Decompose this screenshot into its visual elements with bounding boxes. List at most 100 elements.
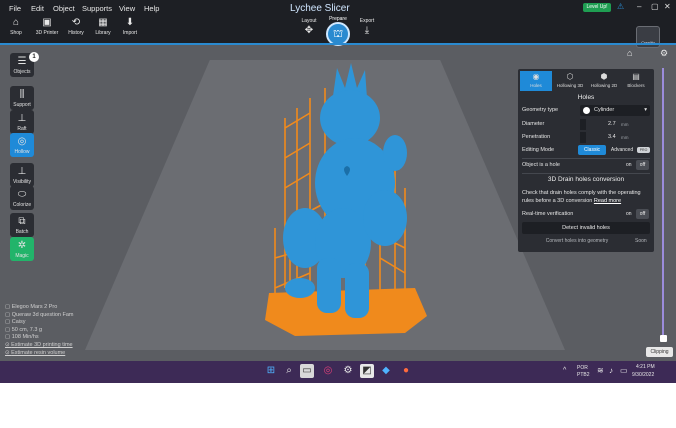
app-title: Lychee Slicer bbox=[290, 3, 350, 14]
close-icon[interactable]: ✕ bbox=[664, 2, 671, 11]
3d-model-with-supports[interactable] bbox=[255, 58, 435, 338]
geometry-type-row: Geometry type Cylinder ▾ bbox=[522, 105, 650, 116]
warning-icon[interactable]: ⚠ bbox=[617, 2, 624, 11]
media-app-icon[interactable]: ◎ bbox=[321, 364, 335, 378]
shop-icon: ⌂ bbox=[12, 17, 20, 28]
diameter-slider[interactable] bbox=[580, 119, 586, 130]
holes-panel: ◉ Holes ⬡ Hollowing 3D ⬢ Hollowing 2D ▤ Bloc… bbox=[518, 69, 654, 252]
settings-gear-icon[interactable]: ⚙ bbox=[660, 48, 668, 59]
model-body bbox=[283, 63, 407, 318]
toolbar-library[interactable]: ▦ Library bbox=[88, 17, 118, 36]
sidebar-support[interactable]: ⫼ Support bbox=[10, 86, 34, 110]
diameter-value[interactable]: 2.7 bbox=[608, 121, 616, 127]
pro-badge: PRO bbox=[637, 147, 650, 153]
mode-layout[interactable]: Layout ✥ bbox=[294, 18, 324, 38]
lychee-app-icon[interactable]: ● bbox=[399, 364, 413, 378]
accent-line bbox=[0, 43, 676, 45]
wifi-icon[interactable]: ≋ bbox=[597, 366, 604, 375]
clock-date[interactable]: 9/30/2022 bbox=[632, 372, 654, 378]
tab-holes[interactable]: ◉ Holes bbox=[520, 71, 552, 91]
holes-icon: ◉ bbox=[532, 72, 540, 81]
tab-hollowing-3d[interactable]: ⬡ Hollowing 3D bbox=[554, 71, 586, 91]
hollow-icon: ◎ bbox=[17, 136, 27, 147]
sidebar-colorize[interactable]: ⬭ Colorize bbox=[10, 186, 34, 210]
top-bar: File Edit Object Supports View Help Lych… bbox=[0, 0, 676, 48]
windows-start-icon[interactable]: ⊞ bbox=[264, 364, 278, 378]
move-icon: ✥ bbox=[304, 25, 314, 36]
export-icon: ⤓ bbox=[364, 25, 370, 36]
sidebar-batch[interactable]: ⧉ Batch bbox=[10, 213, 34, 237]
sidebar-magic[interactable]: ✲ Magic bbox=[10, 237, 34, 261]
penetration-slider[interactable] bbox=[580, 132, 586, 143]
toolbar-history[interactable]: ⟲ History bbox=[61, 17, 91, 36]
soon-badge: Soon bbox=[635, 238, 647, 244]
object-is-hole-row: Object is a hole on off bbox=[522, 160, 650, 171]
drain-holes-description: Check that drain holes comply with the o… bbox=[522, 190, 641, 204]
raft-icon: ⊥ bbox=[17, 113, 27, 124]
import-icon: ⬇ bbox=[125, 17, 135, 28]
menu-help[interactable]: Help bbox=[144, 4, 159, 13]
detect-invalid-holes-button[interactable]: Detect invalid holes bbox=[522, 222, 650, 234]
info-profile: ▢ Caisy bbox=[5, 319, 26, 326]
geometry-type-select[interactable]: Cylinder ▾ bbox=[580, 105, 650, 116]
read-more-link[interactable]: Read more bbox=[594, 198, 621, 204]
estimate-print-time-link[interactable]: ⊙ Estimate 3D printing time bbox=[5, 342, 74, 350]
tab-blockers[interactable]: ▤ Blockers bbox=[620, 71, 652, 91]
toolbar-shop[interactable]: ⌂ Shop bbox=[1, 17, 31, 36]
volume-icon[interactable]: ♪ bbox=[609, 366, 613, 375]
visibility-icon: ⊥ bbox=[17, 166, 27, 177]
lychee-slicer-window: File Edit Object Supports View Help Lych… bbox=[0, 0, 676, 361]
panel-title: Holes bbox=[577, 94, 595, 101]
sidebar-hollow[interactable]: ◎ Hollow bbox=[10, 133, 34, 157]
sidebar-visibility[interactable]: ⊥ Visibility bbox=[10, 163, 34, 187]
divider bbox=[522, 158, 650, 159]
menu-object[interactable]: Object bbox=[53, 4, 75, 13]
settings-app-icon[interactable]: ⚙ bbox=[341, 364, 355, 378]
info-time: ▢ 108 Min/hs bbox=[5, 334, 39, 341]
clipping-slider-track[interactable] bbox=[662, 68, 664, 336]
camera-app-icon[interactable]: ◩ bbox=[360, 364, 374, 378]
toolbar-import[interactable]: ⬇ Import bbox=[115, 17, 145, 36]
home-view-icon[interactable]: ⌂ bbox=[627, 48, 632, 58]
realtime-verification-toggle[interactable]: on off bbox=[626, 209, 650, 219]
mode-export[interactable]: Export ⤓ bbox=[352, 18, 382, 38]
editing-advanced-button[interactable]: Advanced bbox=[608, 145, 636, 155]
menu-edit[interactable]: Edit bbox=[31, 4, 44, 13]
tab-hollowing-2d[interactable]: ⬢ Hollowing 2D bbox=[588, 71, 620, 91]
sidebar-raft[interactable]: ⊥ Raft bbox=[10, 110, 34, 134]
clock-time[interactable]: 4:21 PM bbox=[636, 364, 655, 370]
editing-mode-row: Editing Mode Classic Advanced PRO bbox=[522, 145, 650, 156]
tray-layout[interactable]: PTB2 bbox=[577, 372, 590, 378]
clipping-slider-handle[interactable] bbox=[660, 335, 667, 342]
chevron-down-icon: ▾ bbox=[644, 107, 647, 113]
blockers-icon: ▤ bbox=[632, 72, 640, 81]
editing-classic-button[interactable]: Classic bbox=[578, 145, 606, 155]
history-icon: ⟲ bbox=[71, 17, 81, 28]
toolbar-3d-printer[interactable]: ▣ 3D Printer bbox=[32, 17, 62, 36]
object-is-hole-toggle[interactable]: on off bbox=[626, 160, 650, 170]
minimize-icon[interactable]: – bbox=[637, 2, 641, 11]
support-icon: ⫼ bbox=[19, 89, 25, 100]
menu-supports[interactable]: Supports bbox=[82, 4, 112, 13]
penetration-value[interactable]: 3.4 bbox=[608, 134, 616, 140]
magic-icon: ✲ bbox=[17, 240, 27, 251]
info-resin: ▢ Queraw 3d question Fam bbox=[5, 311, 74, 318]
menu-file[interactable]: File bbox=[9, 4, 21, 13]
file-app-icon[interactable]: ▭ bbox=[300, 364, 314, 378]
tray-lang[interactable]: POR bbox=[577, 365, 588, 371]
tray-chevron-icon[interactable]: ^ bbox=[563, 367, 566, 374]
search-icon[interactable]: ⌕ bbox=[282, 364, 296, 378]
divider bbox=[522, 173, 650, 174]
realtime-verification-row: Real-time verification on off bbox=[522, 209, 650, 220]
battery-icon[interactable]: ▭ bbox=[620, 366, 628, 375]
slicer-app-icon[interactable]: ◆ bbox=[379, 364, 393, 378]
ghost-icon: ⛫ bbox=[332, 28, 344, 40]
diameter-row: Diameter 2.7 mm bbox=[522, 119, 650, 130]
batch-icon: ⧉ bbox=[18, 216, 26, 227]
mode-prepare[interactable]: Prepare bbox=[323, 16, 353, 22]
clipping-tooltip: Clipping bbox=[646, 347, 673, 357]
estimate-resin-link[interactable]: ⊙ Estimate resin volume bbox=[5, 350, 74, 358]
level-up-button[interactable]: Level Up! bbox=[583, 3, 611, 12]
menu-view[interactable]: View bbox=[119, 4, 135, 13]
maximize-icon[interactable]: ▢ bbox=[651, 2, 659, 11]
